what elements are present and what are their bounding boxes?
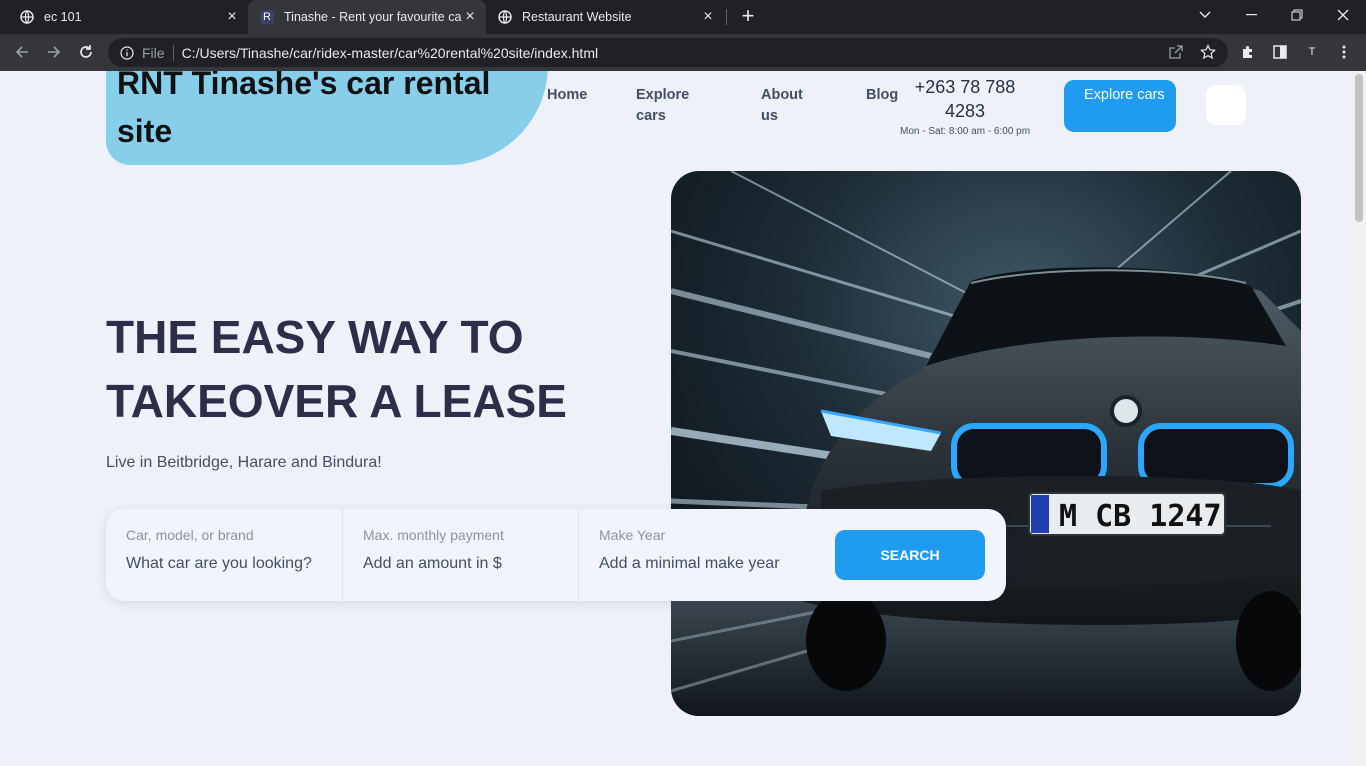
search-field-payment: Max. monthly payment [343, 509, 579, 601]
browser-tab-restaurant[interactable]: Restaurant Website × [486, 0, 724, 34]
browser-toolbar: File C:/Users/Tinashe/car/ridex-master/c… [0, 34, 1366, 71]
make-year-input[interactable] [599, 555, 819, 573]
scrollbar-thumb[interactable] [1355, 74, 1363, 222]
nav-link-home[interactable]: Home [547, 85, 607, 106]
share-icon[interactable] [1166, 42, 1186, 62]
hero-car-image: M CB 1247 [671, 171, 1301, 716]
address-bar[interactable]: File C:/Users/Tinashe/car/ridex-master/c… [108, 38, 1228, 67]
license-plate-text: M CB 1247 [1059, 499, 1222, 534]
opening-hours: Mon - Sat: 8:00 am - 6:00 pm [900, 126, 1031, 137]
car-model-input[interactable] [126, 555, 326, 573]
url-scheme-label: File [142, 44, 165, 61]
search-button[interactable]: SEARCH [835, 530, 985, 580]
globe-icon [20, 10, 34, 24]
close-tab-icon[interactable]: × [224, 9, 240, 25]
globe-icon [498, 10, 512, 24]
nav-link-explore-cars[interactable]: Explore cars [636, 85, 702, 127]
side-panel-icon[interactable] [1270, 42, 1290, 62]
car-search-form: Car, model, or brand Max. monthly paymen… [106, 509, 1006, 601]
payment-field-label: Max. monthly payment [363, 527, 504, 543]
tab-title: ec 101 [44, 10, 82, 24]
web-page: RNT Tinashe's car rental site Home Explo… [0, 71, 1352, 766]
restore-button[interactable] [1274, 0, 1320, 30]
monthly-payment-input[interactable] [363, 555, 563, 573]
phone-number[interactable]: +263 78 788 4283 [900, 75, 1030, 123]
car-field-label: Car, model, or brand [126, 527, 254, 543]
nav-link-about-us[interactable]: About us [761, 85, 811, 127]
year-field-label: Make Year [599, 527, 666, 543]
url-divider [172, 44, 174, 61]
forward-arrow-icon[interactable] [44, 42, 64, 62]
reload-icon[interactable] [76, 42, 96, 62]
bookmark-star-icon[interactable] [1198, 42, 1218, 62]
search-field-car: Car, model, or brand [106, 509, 342, 601]
profile-avatar[interactable]: T [1302, 42, 1322, 62]
back-arrow-icon[interactable] [12, 42, 32, 62]
minimize-button[interactable] [1228, 0, 1274, 30]
tab-title: Tinashe - Rent your favourite car [284, 10, 462, 24]
extensions-puzzle-icon[interactable] [1238, 42, 1258, 62]
r-letter-icon: R [260, 10, 274, 24]
search-field-year: Make Year [579, 509, 819, 601]
tab-search-chevron-icon[interactable] [1182, 0, 1228, 30]
brand-title[interactable]: RNT Tinashe's car rental site [117, 71, 537, 155]
menu-kebab-icon[interactable] [1334, 42, 1354, 62]
hero-subtitle: Live in Beitbridge, Harare and Bindura! [106, 454, 382, 471]
contact-phone: +263 78 788 4283 Mon - Sat: 8:00 am - 6:… [900, 75, 1030, 137]
explore-cars-button[interactable]: Explore cars [1064, 80, 1176, 132]
close-tab-icon[interactable]: × [700, 9, 716, 25]
tab-separator [726, 9, 727, 25]
brand-logo-block[interactable]: RNT Tinashe's car rental site [106, 71, 548, 165]
new-tab-button[interactable]: + [736, 5, 760, 29]
browser-tab-ec101[interactable]: ec 101 × [0, 0, 248, 34]
close-tab-icon[interactable]: × [462, 9, 478, 25]
info-icon[interactable] [120, 45, 134, 60]
browser-tab-tinashe[interactable]: R Tinashe - Rent your favourite car × [248, 0, 486, 34]
tab-title: Restaurant Website [522, 10, 632, 24]
user-button[interactable] [1206, 85, 1246, 125]
page-scrollbar[interactable] [1352, 71, 1366, 766]
hero-headline: THE EASY WAY TO TAKEOVER A LEASE [106, 311, 567, 427]
close-window-button[interactable] [1320, 0, 1366, 30]
browser-tab-strip: ec 101 × R Tinashe - Rent your favourite… [0, 0, 1366, 34]
url-text[interactable]: C:/Users/Tinashe/car/ridex-master/car%20… [182, 45, 599, 61]
